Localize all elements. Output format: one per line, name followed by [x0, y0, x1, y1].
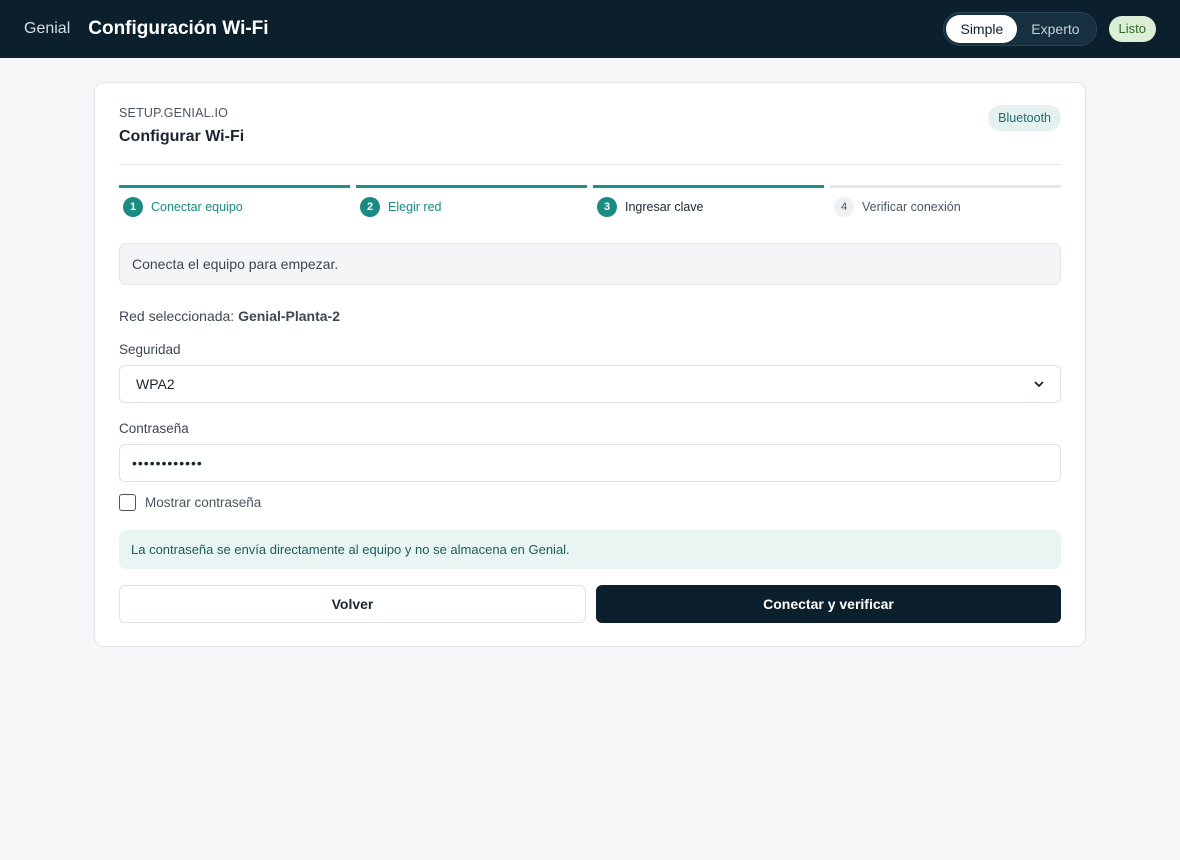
privacy-info: La contraseña se envía directamente al e… — [119, 530, 1061, 569]
back-button[interactable]: Volver — [119, 585, 586, 623]
mode-simple-button[interactable]: Simple — [946, 15, 1018, 43]
step-label: Ingresar clave — [625, 200, 704, 214]
step-connect-device: 1 Conectar equipo — [119, 185, 350, 217]
top-bar: Genial Configuración Wi-Fi Simple Expert… — [0, 0, 1180, 58]
step-number: 1 — [123, 197, 143, 217]
brand-name: Genial — [24, 20, 71, 37]
password-field[interactable]: •••••••••••• — [119, 444, 1061, 482]
step-number: 3 — [597, 197, 617, 217]
wifi-setup-card: SETUP.GENIAL.IO Configurar Wi-Fi Bluetoo… — [94, 82, 1086, 647]
step-label: Conectar equipo — [151, 200, 243, 214]
security-label: Seguridad — [119, 342, 181, 357]
connection-badge: Bluetooth — [988, 105, 1061, 131]
step-label: Elegir red — [388, 200, 442, 214]
mode-expert-button[interactable]: Experto — [1017, 15, 1093, 43]
password-masked-value: •••••••••••• — [132, 455, 203, 471]
step-verify-connection: 4 Verificar conexión — [830, 185, 1061, 217]
step-choose-network: 2 Elegir red — [356, 185, 587, 217]
selected-network: Red seleccionada: Genial-Planta-2 — [119, 308, 1061, 324]
security-select[interactable]: WPA2 — [119, 365, 1061, 403]
card-title: Configurar Wi-Fi — [119, 128, 245, 145]
show-password-row: Mostrar contraseña — [119, 494, 1061, 511]
status-badge: Listo — [1108, 16, 1156, 42]
card-eyebrow: SETUP.GENIAL.IO — [119, 106, 229, 120]
card-header: SETUP.GENIAL.IO Configurar Wi-Fi Bluetoo… — [119, 83, 1061, 165]
page-title: Configuración Wi-Fi — [88, 18, 269, 39]
step-number: 2 — [360, 197, 380, 217]
step-enter-password: 3 Ingresar clave — [593, 185, 824, 217]
show-password-checkbox[interactable] — [119, 494, 136, 511]
selected-network-label: Red seleccionada: — [119, 308, 235, 324]
chevron-down-icon — [1034, 377, 1044, 391]
show-password-label[interactable]: Mostrar contraseña — [145, 495, 261, 510]
step-number: 4 — [834, 197, 854, 217]
top-bar-controls: Simple Experto Listo — [943, 12, 1156, 46]
connect-verify-button[interactable]: Conectar y verificar — [596, 585, 1061, 623]
status-notice: Conecta el equipo para empezar. — [119, 243, 1061, 285]
mode-toggle: Simple Experto — [943, 12, 1097, 46]
stepper: 1 Conectar equipo 2 Elegir red 3 Ingresa… — [119, 185, 1061, 217]
form-actions: Volver Conectar y verificar — [119, 585, 1061, 623]
security-select-value: WPA2 — [136, 376, 175, 392]
step-label: Verificar conexión — [862, 200, 961, 214]
selected-network-value: Genial-Planta-2 — [238, 308, 340, 324]
password-label: Contraseña — [119, 421, 189, 436]
